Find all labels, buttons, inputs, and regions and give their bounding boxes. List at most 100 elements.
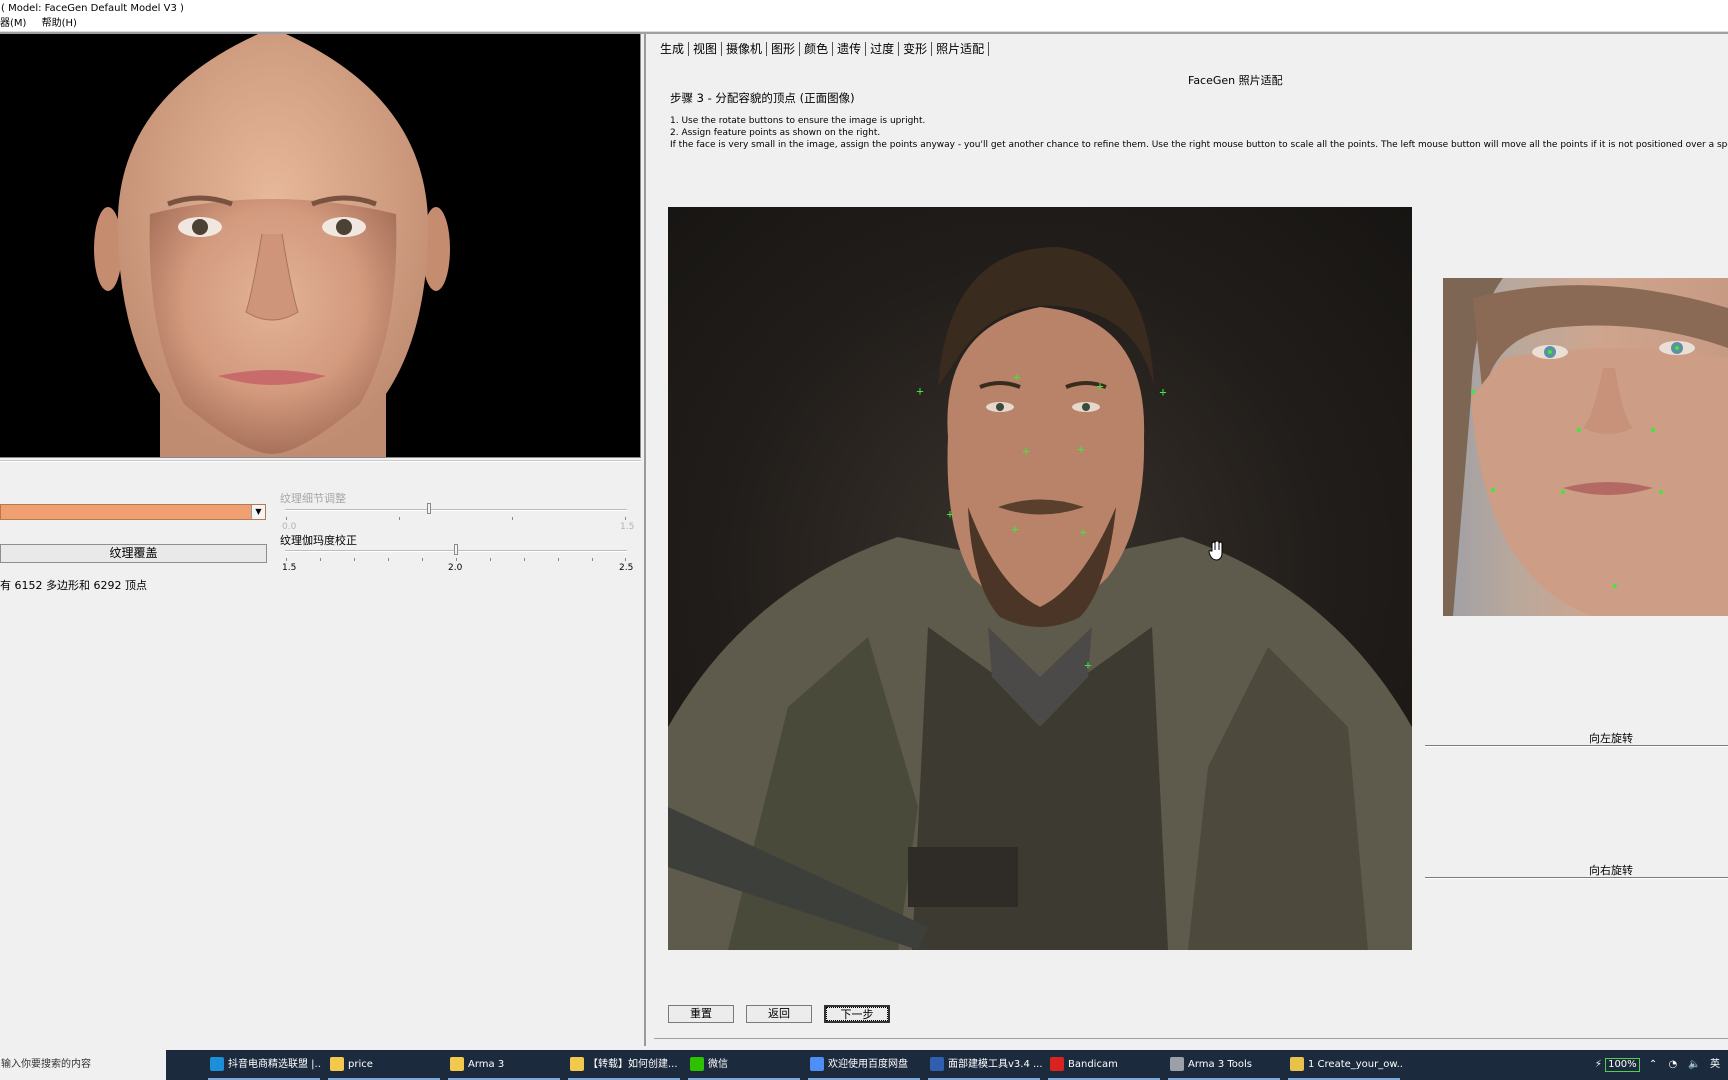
slider-tick	[456, 558, 457, 561]
slider-max-label: 1.5	[620, 522, 635, 532]
slider-tick	[354, 558, 355, 561]
panel-title: FaceGen 照片适配	[1188, 74, 1283, 87]
tab-morph[interactable]: 变形	[899, 42, 933, 56]
slider-tick	[490, 558, 491, 561]
battery-indicator[interactable]: 100%	[1605, 1058, 1640, 1072]
taskbar-item-label: 【转载】如何创建...	[588, 1059, 678, 1070]
chevron-down-icon[interactable]: ▼	[251, 505, 265, 519]
taskbar-item[interactable]: 微信	[686, 1050, 802, 1080]
taskbar-item-label: 抖音电商精选联盟 |...	[228, 1059, 322, 1070]
slider-tick	[388, 558, 389, 561]
reference-face-image	[1443, 278, 1728, 616]
tab-photofit[interactable]: 照片适配	[932, 42, 990, 56]
slider-tick	[558, 558, 559, 561]
taskbar-item-label: 欢迎使用百度网盘	[828, 1059, 908, 1070]
arma-tools-icon	[1170, 1057, 1184, 1071]
taskbar-item[interactable]: 欢迎使用百度网盘	[806, 1050, 922, 1080]
slider-tick	[286, 517, 287, 520]
taskbar-item[interactable]: 抖音电商精选联盟 |...	[206, 1050, 322, 1080]
slider-tick	[625, 517, 626, 520]
taskbar-item[interactable]: 面部建模工具v3.4 ...	[926, 1050, 1042, 1080]
source-photo-canvas[interactable]: + + + + + + + + + +	[668, 207, 1412, 950]
taskbar-search-box[interactable]: 输入你要搜索的内容	[0, 1050, 166, 1080]
taskbar-item-label: Arma 3	[468, 1059, 505, 1070]
feature-point-marker[interactable]: +	[1020, 445, 1032, 457]
reference-point	[1659, 490, 1663, 494]
ime-indicator[interactable]: 英	[1710, 1059, 1720, 1070]
menu-item-help[interactable]: 帮助(H)	[42, 18, 77, 29]
feature-point-marker[interactable]: +	[1157, 386, 1169, 398]
facegen-icon	[930, 1057, 944, 1071]
feature-point-marker[interactable]: +	[1075, 443, 1087, 455]
taskbar-item[interactable]: price	[326, 1050, 442, 1080]
3d-head-viewport[interactable]	[0, 34, 641, 458]
feature-point-marker[interactable]: +	[1094, 380, 1106, 392]
tab-graphics[interactable]: 图形	[767, 42, 801, 56]
taskbar-item[interactable]: 【转载】如何创建...	[566, 1050, 682, 1080]
reference-point	[1471, 390, 1475, 394]
feature-point-marker[interactable]: +	[944, 508, 956, 520]
taskbar-item[interactable]: Arma 3 Tools	[1166, 1050, 1282, 1080]
power-plug-icon[interactable]: ⚡	[1595, 1059, 1602, 1070]
folder-icon	[330, 1057, 344, 1071]
texture-detail-slider-thumb[interactable]	[426, 503, 431, 514]
feature-point-marker[interactable]: +	[1011, 371, 1023, 383]
taskbar-item[interactable]: Bandicam	[1046, 1050, 1162, 1080]
taskbar-item[interactable]: 1 Create_your_ow...	[1286, 1050, 1402, 1080]
slider-min-label: 1.5	[282, 563, 297, 573]
step-title: 步骤 3 - 分配容貌的顶点 (正面图像)	[670, 91, 855, 105]
texture-detail-slider[interactable]	[285, 509, 627, 511]
panel-splitter[interactable]	[644, 34, 646, 1046]
system-tray: ⚡ 100% ⌃ ◔ 🔈 英	[1595, 1050, 1728, 1080]
edge-icon	[210, 1057, 224, 1071]
reference-point	[1577, 428, 1581, 432]
reference-point	[1651, 428, 1655, 432]
baidu-netdisk-icon	[810, 1057, 824, 1071]
volume-icon[interactable]: 🔈	[1688, 1059, 1700, 1070]
viewport-separator	[0, 460, 641, 462]
tab-generate[interactable]: 生成	[656, 42, 690, 56]
network-icon[interactable]: ◔	[1668, 1059, 1677, 1070]
feature-point-marker[interactable]: +	[1077, 526, 1089, 538]
folder-icon	[570, 1057, 584, 1071]
next-button[interactable]: 下一步	[824, 1005, 890, 1023]
chevron-up-icon[interactable]: ⌃	[1649, 1059, 1657, 1070]
tab-bar: 生成 视图 摄像机 图形 颜色 遗传 过度 变形 照片适配	[656, 42, 990, 60]
instruction-line-3: If the face is very small in the image, …	[670, 140, 1728, 150]
folder-icon	[450, 1057, 464, 1071]
polygon-count-text: 有 6152 多边形和 6292 顶点	[0, 579, 147, 592]
soldier-portrait-image	[668, 247, 1412, 950]
texture-overlay-button[interactable]: 纹理覆盖	[0, 544, 267, 563]
taskbar-item-label: 微信	[708, 1059, 728, 1070]
feature-point-marker[interactable]: +	[914, 385, 926, 397]
document-icon	[1290, 1057, 1304, 1071]
texture-detail-label: 纹理细节调整	[280, 492, 346, 505]
reference-face-drawing	[1443, 278, 1728, 616]
slider-tick	[625, 558, 626, 561]
rotate-left-button[interactable]: 向左旋转	[1536, 730, 1686, 746]
feature-point-marker[interactable]: +	[1082, 659, 1094, 671]
tab-transition[interactable]: 过度	[866, 42, 900, 56]
tab-view[interactable]: 视图	[689, 42, 723, 56]
texture-gamma-slider-thumb[interactable]	[454, 544, 458, 555]
slider-tick	[320, 558, 321, 561]
reference-point	[1675, 346, 1679, 350]
taskbar-item[interactable]: Arma 3	[446, 1050, 562, 1080]
slider-max-label: 2.5	[619, 563, 634, 573]
slider-tick	[512, 517, 513, 520]
tab-camera[interactable]: 摄像机	[722, 42, 768, 56]
feature-point-marker[interactable]: +	[1009, 523, 1021, 535]
rotate-right-button[interactable]: 向右旋转	[1536, 862, 1686, 878]
tab-color[interactable]: 颜色	[800, 42, 834, 56]
taskbar-item-label: Bandicam	[1068, 1059, 1118, 1070]
taskbar-item-label: 面部建模工具v3.4 ...	[948, 1059, 1042, 1070]
taskbar-item-label: Arma 3 Tools	[1188, 1059, 1252, 1070]
back-button[interactable]: 返回	[746, 1005, 812, 1023]
reset-button[interactable]: 重置	[668, 1005, 734, 1023]
tab-genetics[interactable]: 遗传	[833, 42, 867, 56]
menu-item-tools[interactable]: 器(M)	[0, 18, 26, 29]
slider-tick	[592, 558, 593, 561]
menu-bar: 器(M) 帮助(H)	[0, 16, 1728, 32]
texture-gamma-label: 纹理伽玛度校正	[280, 534, 357, 547]
texture-color-combobox[interactable]: ▼	[0, 504, 266, 520]
